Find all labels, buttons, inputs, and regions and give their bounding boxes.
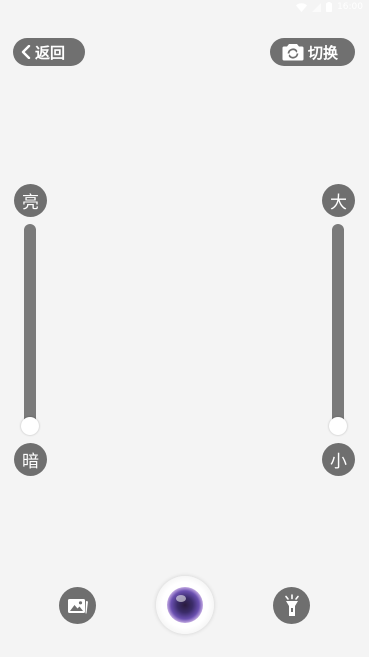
brightness-max-label: 亮	[14, 184, 47, 217]
gallery-button[interactable]	[59, 587, 96, 624]
chevron-left-icon	[21, 45, 31, 59]
shutter-button[interactable]	[156, 576, 214, 634]
back-label: 返回	[35, 43, 66, 62]
back-button[interactable]: 返回	[13, 38, 85, 66]
switch-camera-button[interactable]: 切换	[270, 38, 355, 66]
gallery-icon	[67, 598, 88, 613]
zoom-max-label: 大	[322, 184, 355, 217]
zoom-slider-thumb[interactable]	[329, 417, 347, 435]
flashlight-button[interactable]	[273, 587, 310, 624]
shutter-lens-icon	[167, 587, 203, 623]
brightness-slider-track[interactable]	[24, 224, 36, 428]
flashlight-icon	[284, 593, 299, 616]
battery-icon	[326, 2, 333, 12]
switch-label: 切换	[308, 43, 339, 62]
status-bar: 16:00	[0, 0, 369, 16]
brightness-min-label: 暗	[14, 443, 47, 476]
brightness-slider-thumb[interactable]	[21, 417, 39, 435]
zoom-slider-track[interactable]	[332, 224, 344, 428]
wifi-icon	[296, 2, 308, 12]
status-time: 16:00	[337, 2, 363, 12]
camera-switch-icon	[282, 43, 304, 61]
signal-icon	[312, 2, 322, 12]
status-icons: 16:00	[296, 2, 363, 12]
zoom-min-label: 小	[322, 443, 355, 476]
